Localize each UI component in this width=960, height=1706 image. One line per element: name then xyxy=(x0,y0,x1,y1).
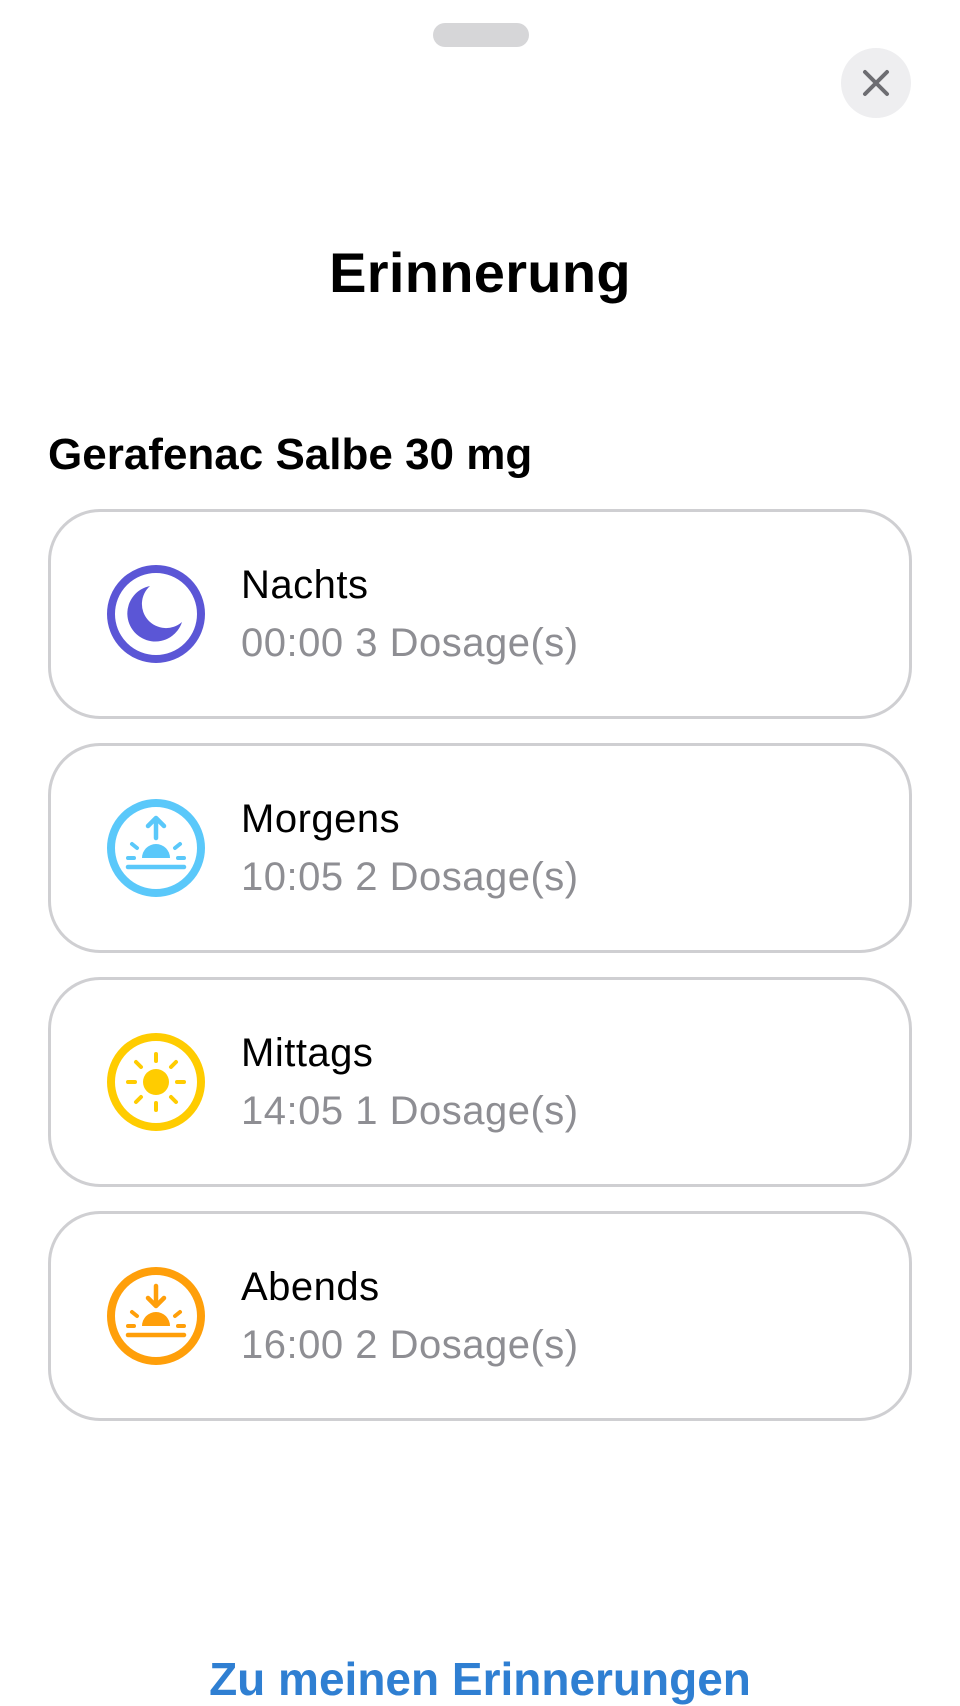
sunrise-icon xyxy=(107,799,205,897)
my-reminders-link[interactable]: Zu meinen Erinnerungen xyxy=(0,1652,960,1706)
reminder-detail: 10:05 2 Dosage(s) xyxy=(241,855,579,899)
reminder-period: Morgens xyxy=(241,797,401,841)
page-title: Erinnerung xyxy=(329,241,631,304)
sheet-grabber[interactable] xyxy=(433,23,529,47)
reminder-detail: 14:05 1 Dosage(s) xyxy=(241,1089,579,1133)
reminder-card-abends[interactable]: Abends 16:00 2 Dosage(s) xyxy=(48,1211,912,1421)
reminder-period: Mittags xyxy=(241,1031,374,1075)
moon-icon xyxy=(107,565,205,663)
reminder-card-morgens[interactable]: Morgens 10:05 2 Dosage(s) xyxy=(48,743,912,953)
reminder-detail: 16:00 2 Dosage(s) xyxy=(241,1323,579,1367)
sun-icon xyxy=(107,1033,205,1131)
reminder-period: Abends xyxy=(241,1265,380,1309)
reminder-card-nachts[interactable]: Nachts 00:00 3 Dosage(s) xyxy=(48,509,912,719)
reminder-list: Nachts 00:00 3 Dosage(s) Morgens 10:05 2… xyxy=(48,509,912,1445)
sunset-icon xyxy=(107,1267,205,1365)
medication-name: Gerafenac Salbe 30 mg xyxy=(48,430,533,479)
reminder-period: Nachts xyxy=(241,563,369,607)
reminder-detail: 00:00 3 Dosage(s) xyxy=(241,621,579,665)
close-button[interactable] xyxy=(841,48,911,118)
close-icon xyxy=(863,70,889,96)
reminder-card-mittags[interactable]: Mittags 14:05 1 Dosage(s) xyxy=(48,977,912,1187)
